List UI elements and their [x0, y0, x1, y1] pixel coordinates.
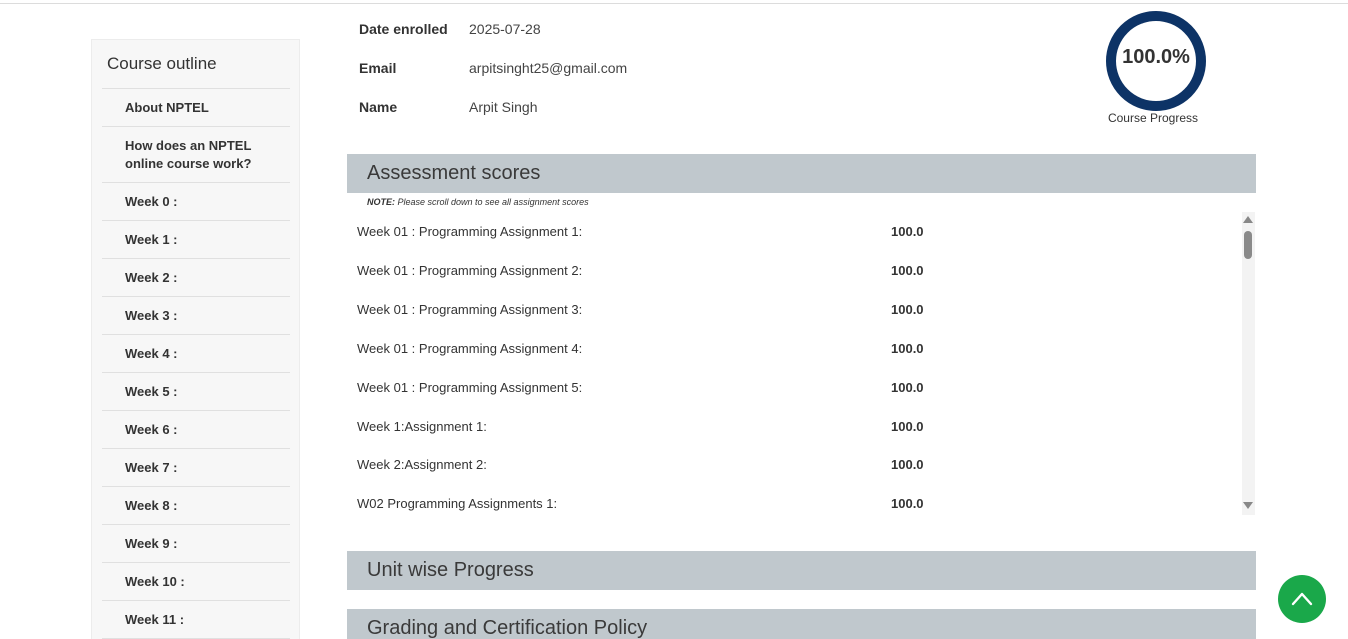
sidebar-item-how-course-works[interactable]: How does an NPTEL online course work?: [102, 127, 290, 183]
score-value: 100.0: [891, 302, 924, 317]
sidebar-item-week-5[interactable]: Week 5 :: [102, 373, 290, 411]
score-value: 100.0: [891, 457, 924, 472]
score-value: 100.0: [891, 224, 924, 239]
grading-policy-title: Grading and Certification Policy: [367, 617, 648, 639]
score-row: Week 01 : Programming Assignment 1: 100.…: [357, 224, 1237, 244]
email-label: Email: [359, 60, 397, 76]
score-name: Week 2:Assignment 2:: [357, 457, 487, 472]
score-name: Week 01 : Programming Assignment 3:: [357, 302, 583, 317]
sidebar-item-week-6[interactable]: Week 6 :: [102, 411, 290, 449]
sidebar-item-week-11[interactable]: Week 11 :: [102, 601, 290, 639]
sidebar-item-week-7[interactable]: Week 7 :: [102, 449, 290, 487]
score-name: Week 01 : Programming Assignment 5:: [357, 380, 583, 395]
score-name: Week 01 : Programming Assignment 4:: [357, 341, 583, 356]
course-outline-sidebar: Course outline About NPTEL How does an N…: [91, 39, 300, 639]
scores-list[interactable]: Week 01 : Programming Assignment 1: 100.…: [347, 212, 1256, 515]
course-progress-widget: 100.0% Course Progress: [1100, 8, 1212, 130]
scrollbar-thumb[interactable]: [1244, 231, 1252, 259]
sidebar-item-week-3[interactable]: Week 3 :: [102, 297, 290, 335]
score-name: Week 01 : Programming Assignment 1:: [357, 224, 583, 239]
name-value: Arpit Singh: [469, 99, 538, 115]
unit-wise-progress-title: Unit wise Progress: [367, 559, 534, 581]
triangle-down-icon[interactable]: [1243, 502, 1253, 509]
sidebar-list: About NPTEL How does an NPTEL online cou…: [102, 88, 290, 639]
note-prefix: NOTE:: [367, 197, 395, 207]
unit-wise-progress-header[interactable]: Unit wise Progress: [347, 551, 1256, 590]
back-to-top-button[interactable]: [1278, 575, 1326, 623]
score-value: 100.0: [891, 263, 924, 278]
score-name: W02 Programming Assignments 1:: [357, 496, 558, 511]
sidebar-item-week-1[interactable]: Week 1 :: [102, 221, 290, 259]
assessment-scores-header[interactable]: Assessment scores: [347, 154, 1256, 193]
sidebar-item-about-nptel[interactable]: About NPTEL: [102, 89, 290, 127]
sidebar-item-week-4[interactable]: Week 4 :: [102, 335, 290, 373]
note-text: Please scroll down to see all assignment…: [395, 197, 589, 207]
assessment-scores-title: Assessment scores: [367, 162, 541, 184]
top-divider: [0, 0, 1348, 4]
score-row: Week 01 : Programming Assignment 3: 100.…: [357, 302, 1237, 322]
score-row: Week 01 : Programming Assignment 4: 100.…: [357, 341, 1237, 361]
sidebar-item-week-0[interactable]: Week 0 :: [102, 183, 290, 221]
score-row: Week 01 : Programming Assignment 2: 100.…: [357, 263, 1237, 283]
sidebar-title: Course outline: [107, 54, 217, 73]
name-label: Name: [359, 99, 398, 115]
score-row: W02 Programming Assignments 1: 100.0: [357, 496, 1237, 515]
sidebar-item-week-10[interactable]: Week 10 :: [102, 563, 290, 601]
scores-scrollbar[interactable]: [1242, 212, 1255, 515]
score-value: 100.0: [891, 341, 924, 356]
score-value: 100.0: [891, 496, 924, 511]
sidebar-item-week-2[interactable]: Week 2 :: [102, 259, 290, 297]
date-enrolled-value: 2025-07-28: [469, 21, 541, 37]
score-value: 100.0: [891, 419, 924, 434]
score-row: Week 2:Assignment 2: 100.0: [357, 457, 1237, 477]
triangle-up-icon[interactable]: [1243, 216, 1253, 223]
sidebar-item-week-9[interactable]: Week 9 :: [102, 525, 290, 563]
progress-percent: 100.0%: [1122, 46, 1190, 68]
score-value: 100.0: [891, 380, 924, 395]
sidebar-item-week-8[interactable]: Week 8 :: [102, 487, 290, 525]
email-value: arpitsinght25@gmail.com: [469, 60, 628, 76]
grading-policy-header[interactable]: Grading and Certification Policy: [347, 609, 1256, 639]
score-row: Week 01 : Programming Assignment 5: 100.…: [357, 380, 1237, 400]
date-enrolled-label: Date enrolled: [359, 21, 448, 37]
score-name: Week 01 : Programming Assignment 2:: [357, 263, 583, 278]
progress-label: Course Progress: [1107, 111, 1199, 125]
chevron-up-icon: [1291, 592, 1313, 606]
score-name: Week 1:Assignment 1:: [357, 419, 487, 434]
scroll-note: NOTE: Please scroll down to see all assi…: [367, 197, 589, 207]
score-row: Week 1:Assignment 1: 100.0: [357, 419, 1237, 439]
